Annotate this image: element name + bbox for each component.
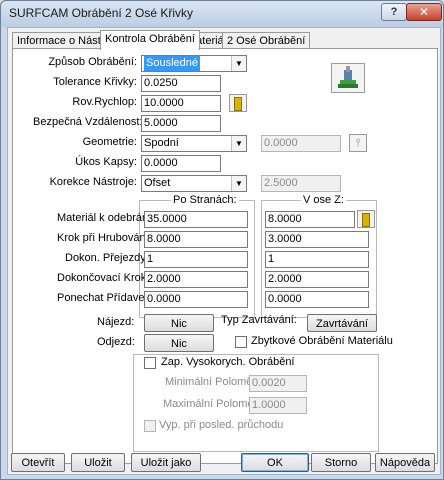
ok-button[interactable]: OK [241, 453, 309, 472]
min-radius-input: 0.0020 [249, 375, 307, 392]
min-radius-label: Minimální Poloměr: [165, 376, 260, 388]
geometry-select[interactable]: Spodní ▼ [141, 135, 247, 152]
material-side-input[interactable]: 35.0000 [144, 211, 248, 228]
help-title-button[interactable]: ? [381, 3, 407, 21]
geometry-label: Geometrie: [82, 136, 137, 148]
cancel-button[interactable]: Storno [311, 453, 371, 472]
help-button[interactable]: Nápověda [375, 453, 435, 472]
exit-button[interactable]: Nic [144, 334, 214, 352]
exit-label: Odjezd: [97, 336, 135, 348]
title-bar: SURFCAM Obrábění 2 Osé Křivky ? ✕ [1, 1, 443, 27]
rest-machining-checkbox[interactable] [235, 336, 247, 348]
stock-allowance-z-input[interactable]: 0.0000 [265, 291, 369, 308]
method-select[interactable]: Sousledné ▼ [141, 55, 247, 72]
rest-machining-label: Zbytkové Obrábění Materiálu [251, 335, 393, 347]
max-radius-input: 1.0000 [249, 397, 307, 414]
tolerance-input[interactable]: 0.0250 [141, 75, 221, 92]
save-button[interactable]: Uložit [71, 453, 125, 472]
method-label: Způsob Obrábění: [48, 56, 137, 68]
stock-allowance-label: Ponechat Přídavek: [57, 292, 154, 304]
approach-label: Nájezd: [97, 316, 135, 328]
last-pass-checkbox [144, 420, 156, 432]
max-radius-label: Maximální Poloměr: [163, 398, 261, 410]
hsm-enable-checkbox[interactable] [144, 357, 156, 369]
material-z-input[interactable]: 8.0000 [265, 211, 355, 228]
hsm-enable-label: Zap. Vysokorych. Obrábění [159, 356, 297, 368]
material-label: Materiál k odebrání: [57, 212, 155, 224]
dialog-window: SURFCAM Obrábění 2 Osé Křivky ? ✕ Inform… [0, 0, 444, 480]
save-as-button[interactable]: Uložit jako [131, 453, 201, 472]
window-title: SURFCAM Obrábění 2 Osé Křivky [9, 6, 194, 20]
rough-step-label: Krok při Hrubování: [57, 232, 152, 244]
plunge-type-label: Typ Zavrtávání: [221, 314, 297, 326]
rough-step-z-input[interactable]: 3.0000 [265, 231, 369, 248]
plunge-button[interactable]: Zavrtávání [307, 314, 377, 332]
open-button[interactable]: Otevřít [11, 453, 65, 472]
geometry-offset-input: 0.0000 [261, 135, 341, 152]
tab-2axis[interactable]: 2 Osé Obrábění [222, 32, 311, 49]
client-area: Informace o Nástroji Kontrola Obrábění M… [7, 27, 441, 475]
stock-allowance-side-input[interactable]: 0.0000 [144, 291, 248, 308]
safe-distance-label: Bezpečná Vzdálenost: [33, 116, 143, 128]
tab-panel: Způsob Obrábění: Sousledné ▼ Tolerance K… [12, 48, 438, 464]
finish-passes-label: Dokon. Přejezdy: [65, 252, 149, 264]
compensation-select[interactable]: Ofset ▼ [141, 175, 247, 192]
finish-passes-z-input[interactable]: 1 [265, 251, 369, 268]
chevron-down-icon: ▼ [231, 176, 246, 191]
pin-icon: ⫯ [349, 134, 367, 152]
method-selected-value: Sousledné [144, 56, 200, 71]
side-column-header: Po Stranách: [171, 194, 239, 206]
rapid-input[interactable]: 10.0000 [141, 95, 221, 112]
finish-passes-side-input[interactable]: 1 [144, 251, 248, 268]
compensation-offset-input: 2.5000 [261, 175, 341, 192]
rough-step-side-input[interactable]: 8.0000 [144, 231, 248, 248]
chevron-down-icon: ▼ [231, 56, 246, 71]
compensation-selected-value: Ofset [144, 177, 171, 189]
rapid-label: Rov.Rychlop: [72, 96, 137, 108]
finish-step-side-input[interactable]: 2.0000 [144, 271, 248, 288]
tolerance-label: Tolerance Křivky: [53, 76, 137, 88]
chevron-down-icon: ▼ [231, 136, 246, 151]
finish-step-label: Dokončovací Krok: [57, 272, 150, 284]
approach-button[interactable]: Nic [144, 314, 214, 332]
geometry-selected-value: Spodní [144, 137, 179, 149]
close-button[interactable]: ✕ [406, 3, 442, 21]
compensation-label: Korekce Nástroje: [49, 176, 137, 188]
safe-distance-input[interactable]: 5.0000 [141, 115, 221, 132]
taper-label: Úkos Kapsy: [75, 156, 137, 168]
last-pass-label: Vyp. při posled. průchodu [159, 419, 284, 431]
rapid-info-icon[interactable] [229, 94, 247, 112]
tool-preview-icon [331, 63, 365, 93]
finish-step-z-input[interactable]: 2.0000 [265, 271, 369, 288]
tab-cut-control[interactable]: Kontrola Obrábění [100, 30, 200, 50]
z-column-header: V ose Z: [301, 194, 346, 206]
material-info-icon[interactable] [357, 210, 375, 228]
taper-input[interactable]: 0.0000 [141, 155, 221, 172]
